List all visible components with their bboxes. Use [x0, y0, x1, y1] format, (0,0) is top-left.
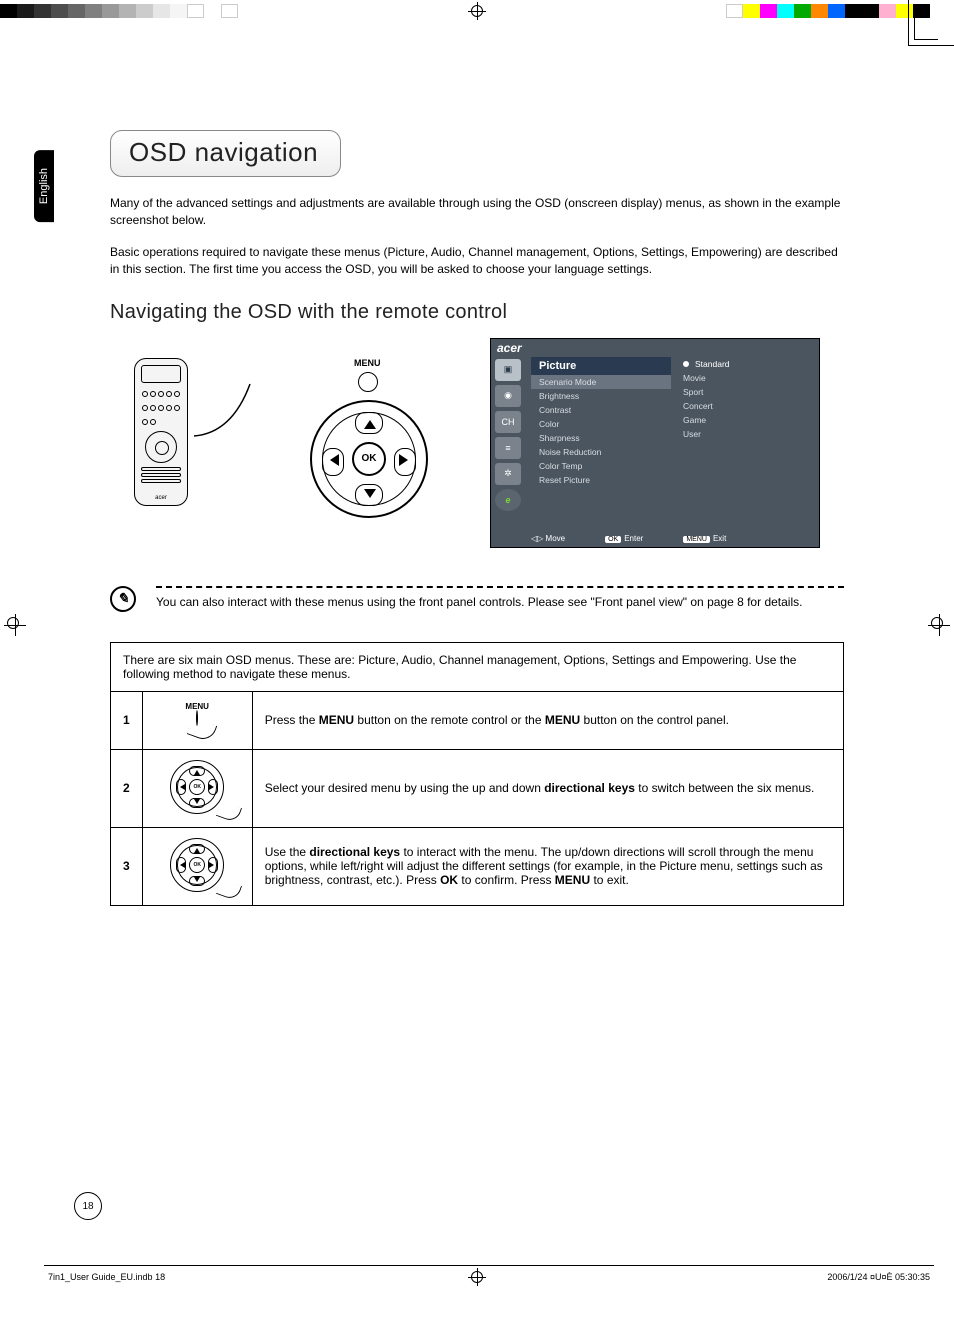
step-number: 3: [111, 827, 143, 905]
crop-mark-icon: [914, 16, 938, 40]
intro-block: Many of the advanced settings and adjust…: [110, 195, 844, 279]
footer-filename: 7in1_User Guide_EU.indb 18: [48, 1272, 165, 1282]
registration-crosshair-icon: [468, 2, 486, 20]
note-icon: ✎: [110, 586, 136, 612]
osd-menu-item: Color: [531, 417, 671, 431]
color-swatches: [726, 4, 930, 18]
step-text-cell: Select your desired menu by using the up…: [252, 749, 843, 827]
registration-strip: [0, 0, 954, 22]
osd-option: Game: [677, 413, 807, 427]
menu-button-label: MENU: [354, 358, 381, 368]
step-image-cell: OK: [142, 827, 252, 905]
empowering-category-icon: e: [495, 489, 521, 511]
osd-menu-item: Noise Reduction: [531, 445, 671, 459]
page-title-text: OSD navigation: [129, 137, 318, 167]
table-row: There are six main OSD menus. These are:…: [111, 642, 844, 691]
intro-paragraph: Basic operations required to navigate th…: [110, 244, 844, 279]
osd-menu-list: Picture Scenario Mode Brightness Contras…: [531, 357, 671, 487]
callout-line-icon: [192, 378, 252, 438]
menu-button-icon: [358, 372, 378, 392]
language-tab: English: [34, 150, 54, 222]
remote-figure: acer MENU OK: [110, 338, 420, 528]
osd-option: Sport: [677, 385, 807, 399]
osd-options-list: Standard Movie Sport Concert Game User: [677, 357, 807, 441]
note-block: ✎ You can also interact with these menus…: [110, 586, 844, 612]
menu-button-icon: MENU: [179, 702, 215, 739]
osd-screenshot: acer ▣ ◉ CH ≡ ✲ e Picture Scenario Mode …: [490, 338, 820, 548]
osd-menu-item: Color Temp: [531, 459, 671, 473]
table-row: 1 MENU Press the MENU button on the remo…: [111, 691, 844, 749]
dpad-icon: OK: [170, 838, 224, 892]
registration-crosshair-icon: [4, 614, 26, 636]
note-text: You can also interact with these menus u…: [156, 594, 844, 611]
step-text-cell: Press the MENU button on the remote cont…: [252, 691, 843, 749]
intro-paragraph: Many of the advanced settings and adjust…: [110, 195, 844, 230]
osd-menu-item: Sharpness: [531, 431, 671, 445]
footer-rule: [44, 1265, 934, 1266]
dpad-icon: OK: [170, 760, 224, 814]
table-row: 3 OK Use the directional keys to interac…: [111, 827, 844, 905]
figure-row: acer MENU OK acer ▣ ◉ CH ≡ ✲ e: [110, 338, 844, 548]
osd-menu-item: Reset Picture: [531, 473, 671, 487]
remote-icon: acer: [134, 358, 188, 506]
settings-category-icon: ✲: [495, 463, 521, 485]
picture-category-icon: ▣: [495, 359, 521, 381]
note-divider: [156, 586, 844, 588]
step-number: 2: [111, 749, 143, 827]
section-heading: Navigating the OSD with the remote contr…: [110, 301, 844, 324]
footer-timestamp: 2006/1/24 ¤U¤È 05:30:35: [827, 1272, 930, 1282]
step-image-cell: OK: [142, 749, 252, 827]
page-body: OSD navigation Many of the advanced sett…: [110, 130, 844, 906]
osd-menu-item: Brightness: [531, 389, 671, 403]
registration-crosshair-icon: [468, 1268, 486, 1286]
step-text-cell: Use the directional keys to interact wit…: [252, 827, 843, 905]
dpad-icon: OK: [310, 400, 428, 518]
osd-brand: acer: [497, 341, 522, 355]
osd-hint-exit: MENUExit: [683, 534, 726, 543]
grayscale-swatches: [0, 4, 255, 18]
step-number: 1: [111, 691, 143, 749]
osd-category-icons: ▣ ◉ CH ≡ ✲ e: [495, 359, 525, 511]
osd-menu-title: Picture: [531, 357, 671, 375]
step-image-cell: MENU: [142, 691, 252, 749]
audio-category-icon: ◉: [495, 385, 521, 407]
osd-option: Movie: [677, 371, 807, 385]
options-category-icon: ≡: [495, 437, 521, 459]
osd-hint-move: ◁▷ Move: [531, 534, 565, 543]
remote-brand: acer: [135, 495, 187, 501]
osd-option: Standard: [677, 357, 807, 371]
ok-button-icon: OK: [352, 442, 386, 476]
osd-hint-enter: OKEnter: [605, 534, 643, 543]
page-title: OSD navigation: [110, 130, 341, 177]
osd-menu-item: Contrast: [531, 403, 671, 417]
channel-category-icon: CH: [495, 411, 521, 433]
table-row: 2 OK Select your desired menu by using t…: [111, 749, 844, 827]
page-number: 18: [74, 1192, 102, 1220]
steps-table: There are six main OSD menus. These are:…: [110, 642, 844, 906]
osd-menu-item: Scenario Mode: [531, 375, 671, 389]
osd-option: User: [677, 427, 807, 441]
osd-hints: ◁▷ Move OKEnter MENUExit: [531, 534, 811, 543]
osd-option: Concert: [677, 399, 807, 413]
steps-intro-cell: There are six main OSD menus. These are:…: [111, 642, 844, 691]
registration-crosshair-icon: [928, 614, 950, 636]
